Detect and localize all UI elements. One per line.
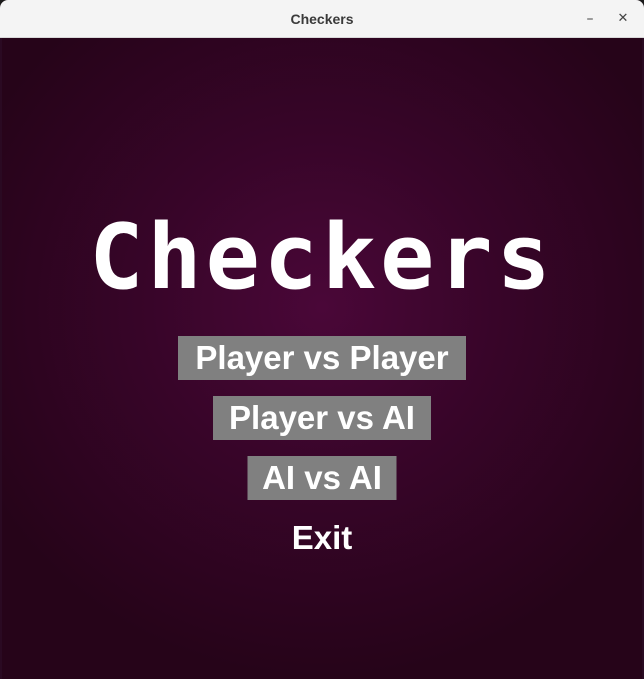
player-vs-player-button[interactable]: Player vs Player (178, 336, 466, 380)
window-title: Checkers (290, 11, 354, 27)
exit-button[interactable]: Exit (262, 516, 382, 560)
player-vs-ai-button[interactable]: Player vs AI (213, 396, 431, 440)
close-button[interactable]: ✕ (611, 7, 635, 31)
game-canvas: Checkers Player vs Player Player vs AI A… (2, 38, 642, 679)
game-title: Checkers (89, 205, 555, 310)
ai-vs-ai-button[interactable]: AI vs AI (247, 456, 397, 500)
app-window: Checkers – ✕ Checkers Player vs Player P… (0, 0, 644, 679)
minimize-button[interactable]: – (578, 7, 602, 31)
title-bar[interactable]: Checkers – ✕ (0, 0, 644, 38)
